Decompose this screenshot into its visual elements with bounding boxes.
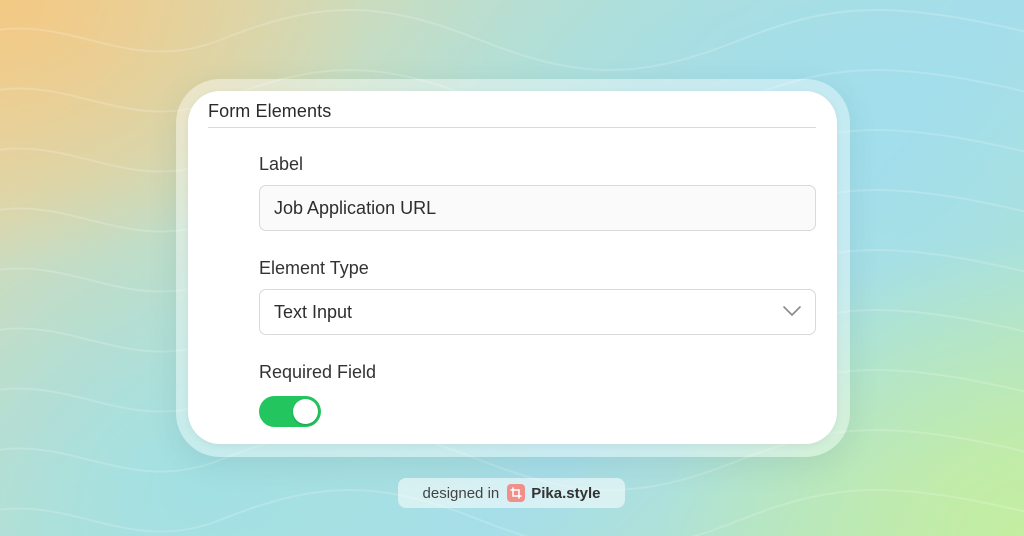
required-field-label: Required Field bbox=[259, 362, 377, 382]
label-input[interactable] bbox=[259, 185, 816, 231]
element-type-select[interactable]: Text Input bbox=[259, 289, 816, 335]
pika-crop-icon bbox=[507, 484, 526, 502]
section-divider bbox=[208, 127, 816, 128]
element-type-selected-value: Text Input bbox=[274, 302, 353, 322]
chevron-down-icon bbox=[783, 306, 801, 316]
section-title: Form Elements bbox=[208, 101, 332, 121]
designed-in-badge[interactable]: designed in Pika.style bbox=[398, 478, 625, 508]
badge-prefix-text: designed in bbox=[422, 484, 500, 502]
element-type-label: Element Type bbox=[259, 258, 369, 278]
required-field-toggle[interactable] bbox=[259, 396, 321, 427]
label-field-label: Label bbox=[259, 154, 304, 174]
toggle-knob bbox=[293, 399, 318, 424]
badge-brand-text: Pika.style bbox=[531, 484, 601, 502]
form-elements-card: Form Elements Label Element Type Text In… bbox=[188, 91, 837, 444]
